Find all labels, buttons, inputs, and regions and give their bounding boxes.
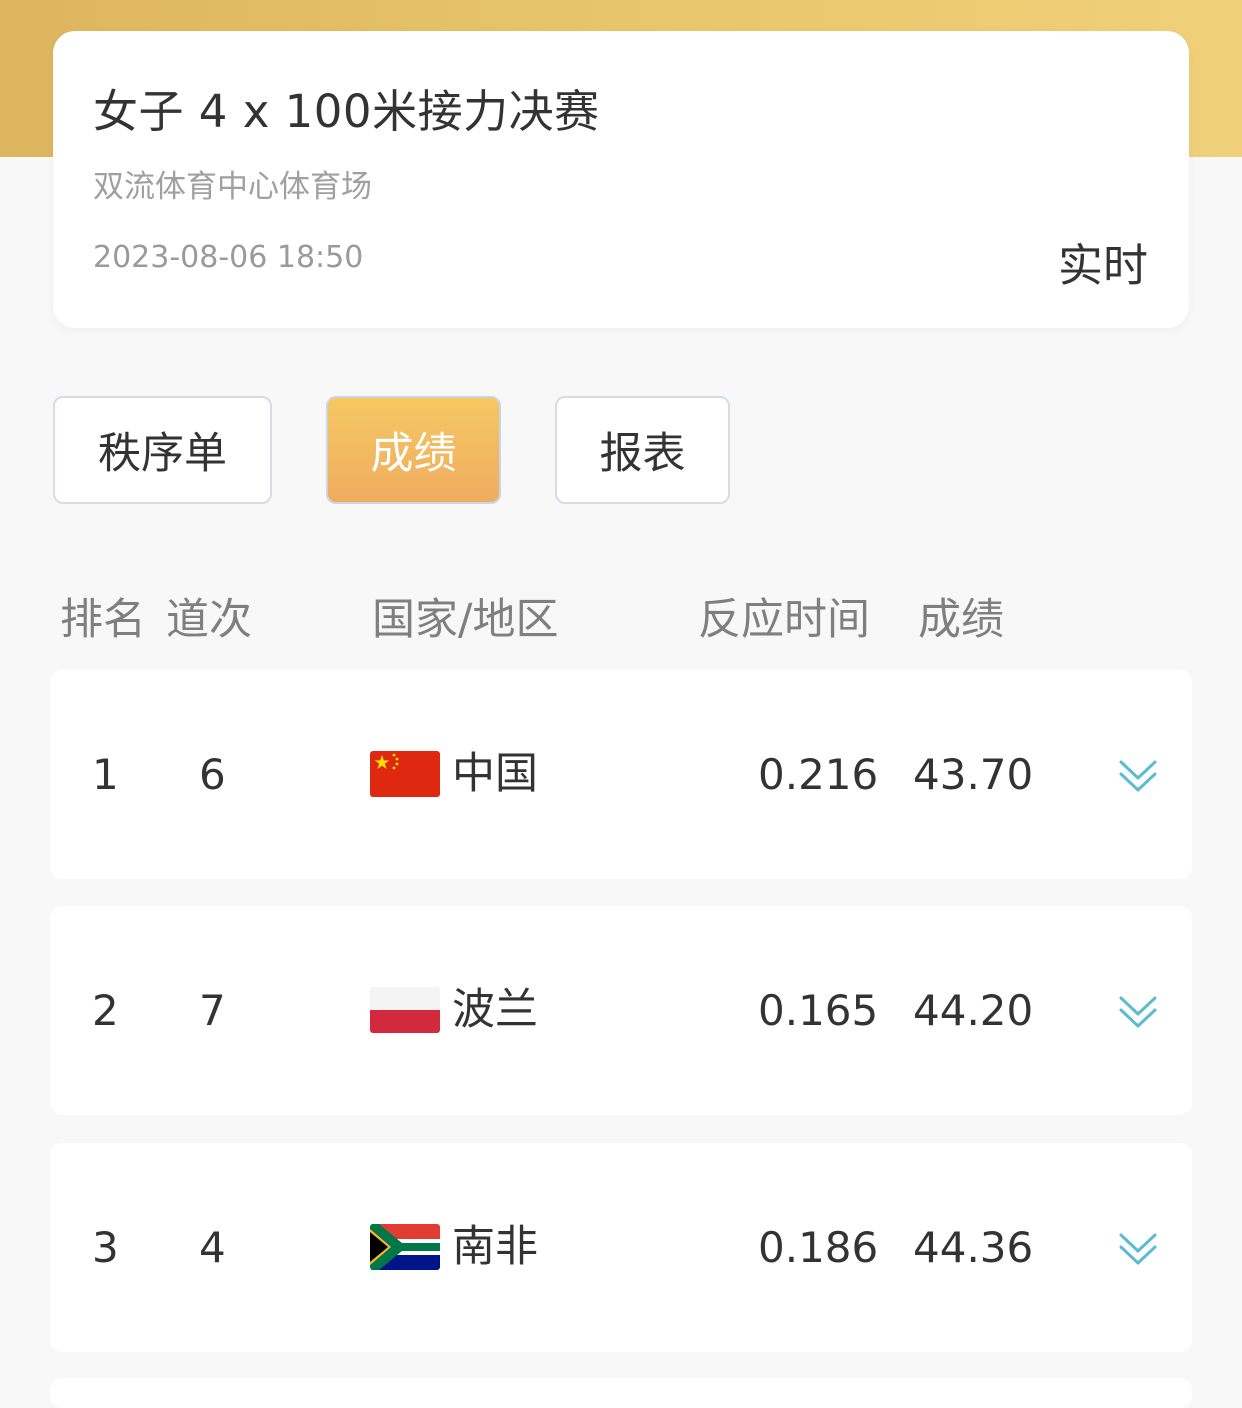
reaction-time-value: 0.216 (758, 750, 879, 799)
lane-value: 6 (199, 750, 226, 799)
event-venue: 双流体育中心体育场 (93, 169, 372, 205)
event-datetime: 2023-08-06 18:50 (93, 240, 364, 275)
result-row[interactable]: 2 7 波兰 0.165 44.20 (50, 906, 1192, 1115)
result-value: 44.36 (913, 1223, 1034, 1272)
expand-chevron-icon[interactable] (1116, 754, 1160, 798)
country-name: 中国 (452, 749, 538, 799)
rank-value: 1 (92, 750, 119, 799)
column-header-reaction-time: 反应时间 (698, 595, 870, 645)
result-row[interactable]: 3 4 南非 0.186 44.36 (50, 1143, 1192, 1352)
lane-value: 4 (199, 1223, 226, 1272)
lane-value: 7 (199, 986, 226, 1035)
column-header-result: 成绩 (918, 595, 1004, 645)
result-row[interactable]: 1 6 中国 0.216 43.70 (50, 670, 1192, 879)
tab-report[interactable]: 报表 (555, 396, 730, 504)
result-value: 43.70 (913, 750, 1034, 799)
event-title: 女子 4 x 100米接力决赛 (93, 85, 600, 138)
next-result-row-partial (50, 1378, 1192, 1408)
rank-value: 2 (92, 986, 119, 1035)
country-name: 波兰 (452, 985, 538, 1035)
poland-flag-icon (370, 987, 440, 1033)
expand-chevron-icon[interactable] (1116, 1227, 1160, 1271)
rank-value: 3 (92, 1223, 119, 1272)
reaction-time-value: 0.186 (758, 1223, 879, 1272)
column-header-lane: 道次 (166, 595, 252, 645)
expand-chevron-icon[interactable] (1116, 990, 1160, 1034)
event-info-card: 女子 4 x 100米接力决赛 双流体育中心体育场 2023-08-06 18:… (53, 31, 1189, 328)
tab-start-list[interactable]: 秩序单 (53, 396, 272, 504)
live-status-label[interactable]: 实时 (1058, 229, 1148, 294)
country-name: 南非 (452, 1222, 538, 1272)
column-header-rank: 排名 (60, 595, 146, 645)
south-africa-flag-icon (370, 1224, 440, 1270)
tab-results[interactable]: 成绩 (326, 396, 501, 504)
china-flag-icon (370, 751, 440, 797)
column-header-country: 国家/地区 (372, 595, 559, 645)
reaction-time-value: 0.165 (758, 986, 879, 1035)
result-value: 44.20 (913, 986, 1034, 1035)
